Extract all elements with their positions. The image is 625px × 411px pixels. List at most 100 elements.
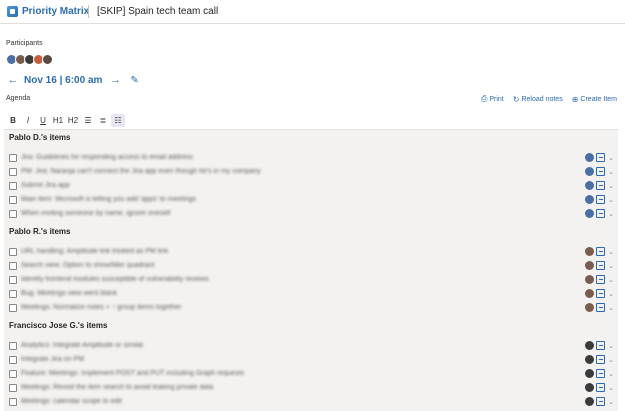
assignee-avatar[interactable] [585,247,595,256]
list-item[interactable]: Search view: Option to show/filter quadr… [4,260,618,273]
open-item-icon[interactable] [596,341,606,350]
chevron-down-icon[interactable]: ⌄ [608,248,614,256]
item-text[interactable]: When inviting someone by name, ignore on… [21,210,170,217]
list-item[interactable]: Submit Jira app ⌄ [4,180,618,193]
assignee-avatar[interactable] [585,195,595,204]
pencil-icon[interactable]: ✎ [130,75,138,86]
chevron-down-icon[interactable]: ⌄ [608,398,614,406]
item-text[interactable]: Meetings: calendar scope to edit [21,398,122,405]
assignee-avatar[interactable] [585,153,595,162]
chevron-down-icon[interactable]: ⌄ [608,356,614,364]
chevron-down-icon[interactable]: ⌄ [608,154,614,162]
list-item[interactable]: Identify frontend modules susceptible of… [4,274,618,287]
item-text[interactable]: Jira: Guidelines for responding access t… [21,154,193,161]
assignee-avatar[interactable] [585,397,595,406]
chevron-down-icon[interactable]: ⌄ [608,196,614,204]
list-item[interactable]: Jira: Guidelines for responding access t… [4,152,618,165]
open-item-icon[interactable] [596,247,606,256]
item-checkbox[interactable] [9,210,17,218]
item-text[interactable]: Analytics: Integrate Amplitude or simila… [21,342,144,349]
item-text[interactable]: Submit Jira app [21,182,70,189]
item-text[interactable]: Integrate Jira on PM [21,356,84,363]
list-item[interactable]: Feature: Meetings: Implement POST and PU… [4,368,618,381]
open-item-icon[interactable] [596,195,606,204]
item-text[interactable]: Meetings: Revisit the item search to avo… [21,384,213,391]
open-item-icon[interactable] [596,289,606,298]
chevron-down-icon[interactable]: ⌄ [608,210,614,218]
item-text[interactable]: Main item: Microsoft is letting you add … [21,196,196,203]
chevron-down-icon[interactable]: ⌄ [608,262,614,270]
open-item-icon[interactable] [596,303,606,312]
item-checkbox[interactable] [9,276,17,284]
list-item[interactable]: Meetings: calendar scope to edit ⌄ [4,396,618,409]
open-item-icon[interactable] [596,261,606,270]
item-checkbox[interactable] [9,262,17,270]
item-checkbox[interactable] [9,154,17,162]
bold-button[interactable]: B [6,114,20,127]
item-text[interactable]: Bug: Meetings view went blank [21,290,117,297]
assignee-avatar[interactable] [585,209,595,218]
agenda-editor[interactable]: Pablo D.'s items Jira: Guidelines for res… [4,129,618,411]
item-text[interactable]: Identify frontend modules susceptible of… [21,276,209,283]
assignee-avatar[interactable] [585,341,595,350]
heading2-button[interactable]: H2 [66,114,80,127]
list-item[interactable]: Meetings: Normalize notes + ↑ group item… [4,302,618,315]
avatar[interactable] [42,54,53,65]
item-checkbox[interactable] [9,356,17,364]
open-item-icon[interactable] [596,383,606,392]
chevron-down-icon[interactable]: ⌄ [608,342,614,350]
open-item-icon[interactable] [596,397,606,406]
list-item[interactable]: Meetings: Revisit the item search to avo… [4,382,618,395]
item-text[interactable]: Feature: Meetings: Implement POST and PU… [21,370,244,377]
assignee-avatar[interactable] [585,181,595,190]
italic-button[interactable]: I [21,114,35,127]
chevron-down-icon[interactable]: ⌄ [608,304,614,312]
chevron-down-icon[interactable]: ⌄ [608,384,614,392]
checklist-icon[interactable]: ☷ [111,114,125,127]
item-checkbox[interactable] [9,398,17,406]
chevron-down-icon[interactable]: ⌄ [608,290,614,298]
item-text[interactable]: URL handling: Amplitude link treated as … [21,248,168,255]
assignee-avatar[interactable] [585,275,595,284]
item-text[interactable]: PM: Jira: Naranja can't connect the Jira… [21,168,261,175]
open-item-icon[interactable] [596,355,606,364]
item-checkbox[interactable] [9,290,17,298]
item-checkbox[interactable] [9,370,17,378]
item-checkbox[interactable] [9,168,17,176]
assignee-avatar[interactable] [585,167,595,176]
list-item[interactable]: Analytics: Integrate Amplitude or simila… [4,340,618,353]
assignee-avatar[interactable] [585,355,595,364]
list-item[interactable]: Integrate Jira on PM ⌄ [4,354,618,367]
open-item-icon[interactable] [596,209,606,218]
arrow-right-icon[interactable]: → [108,74,122,86]
item-checkbox[interactable] [9,342,17,350]
item-text[interactable]: Meetings: Normalize notes + ↑ group item… [21,304,182,311]
item-checkbox[interactable] [9,304,17,312]
reload-notes-button[interactable]: ↻ Reload notes [513,94,563,104]
item-text[interactable]: Search view: Option to show/filter quadr… [21,262,154,269]
numbered-list-icon[interactable]: ≣ [96,114,110,127]
assignee-avatar[interactable] [585,369,595,378]
item-checkbox[interactable] [9,248,17,256]
assignee-avatar[interactable] [585,289,595,298]
item-checkbox[interactable] [9,384,17,392]
chevron-down-icon[interactable]: ⌄ [608,182,614,190]
app-name[interactable]: Priority Matrix [22,6,89,17]
create-item-button[interactable]: ⊕ Create Item [572,94,617,104]
underline-button[interactable]: U [36,114,50,127]
list-item[interactable]: When inviting someone by name, ignore on… [4,208,618,221]
assignee-avatar[interactable] [585,261,595,270]
list-item[interactable]: URL handling: Amplitude link treated as … [4,246,618,259]
item-checkbox[interactable] [9,182,17,190]
print-button[interactable]: ⎙ Print [481,94,504,104]
heading1-button[interactable]: H1 [51,114,65,127]
open-item-icon[interactable] [596,369,606,378]
bullet-list-icon[interactable]: ☰ [81,114,95,127]
list-item[interactable]: Bug: Meetings view went blank ⌄ [4,288,618,301]
list-item[interactable]: Main item: Microsoft is letting you add … [4,194,618,207]
assignee-avatar[interactable] [585,303,595,312]
open-item-icon[interactable] [596,181,606,190]
chevron-down-icon[interactable]: ⌄ [608,370,614,378]
arrow-left-icon[interactable]: ← [6,74,20,86]
chevron-down-icon[interactable]: ⌄ [608,168,614,176]
